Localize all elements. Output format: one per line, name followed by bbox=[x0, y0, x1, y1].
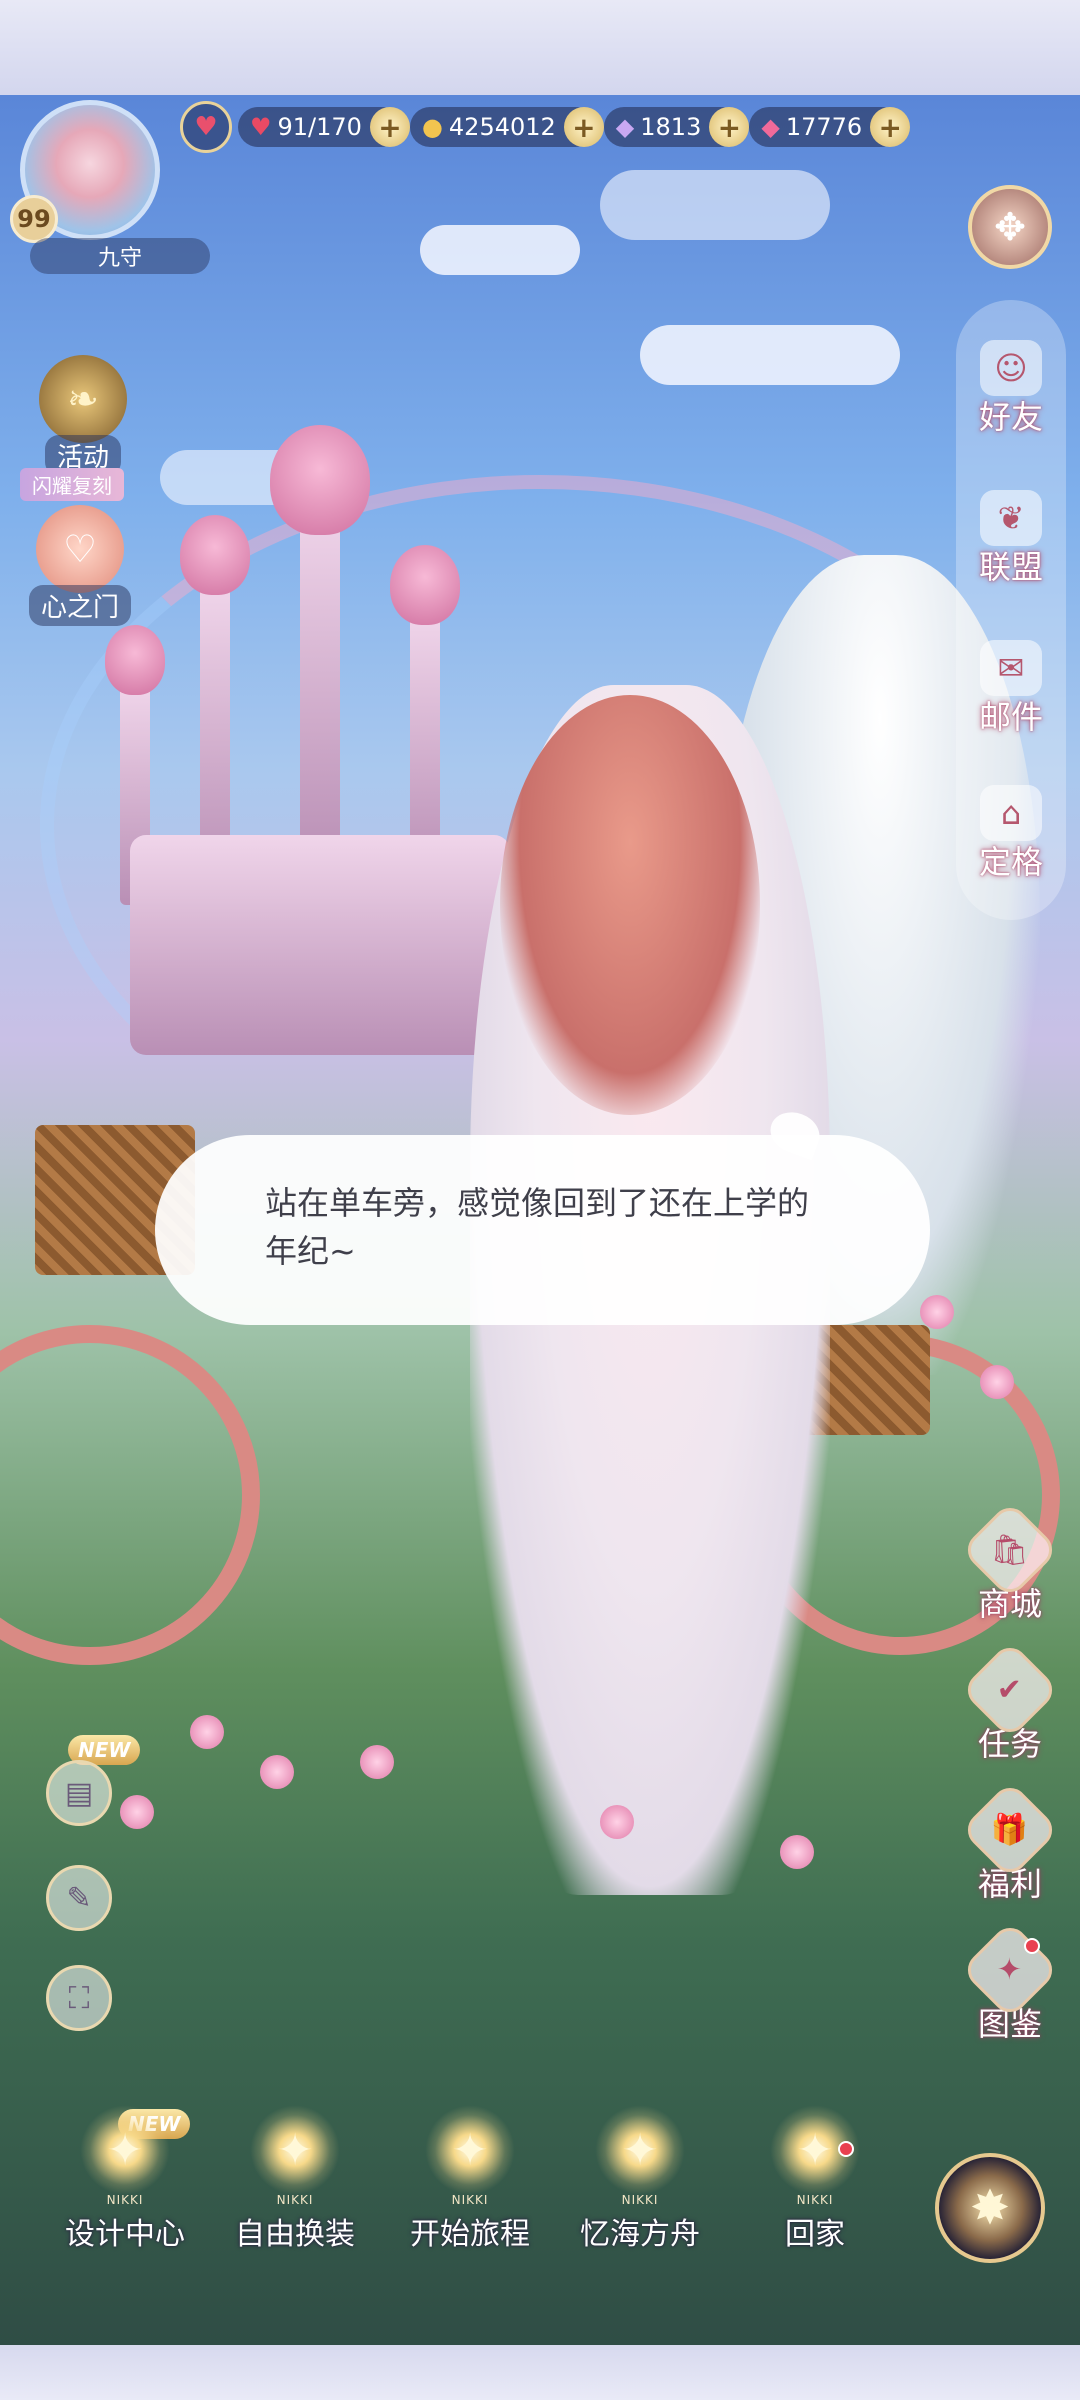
fullscreen-button[interactable]: ⛶ bbox=[46, 1965, 112, 2031]
heart-icon: ♥ bbox=[194, 112, 218, 142]
diamond-icon: ◆ bbox=[615, 113, 635, 141]
design-center-icon: ✦ bbox=[80, 2105, 170, 2195]
home-pose-icon: ⌂ bbox=[980, 785, 1042, 841]
pose-button[interactable]: ⌂ 定格 bbox=[956, 785, 1066, 883]
bottom-navigation: NEW ✦ NIKKI 设计中心 ✦ NIKKI 自由换装 ✦ NIKKI 开始… bbox=[0, 2105, 1080, 2305]
add-diamond-button[interactable]: + bbox=[709, 107, 750, 147]
go-home-notification-dot bbox=[838, 2141, 854, 2157]
memory-ark-label: 忆海方舟 bbox=[580, 2217, 700, 2252]
add-star-diamond-button[interactable]: + bbox=[870, 107, 911, 147]
start-journey-icon: ✦ bbox=[425, 2105, 515, 2195]
friends-icon: ☺ bbox=[980, 340, 1042, 396]
castle-illustration bbox=[105, 425, 540, 1055]
free-dress-label: 自由换装 bbox=[235, 2217, 355, 2252]
free-dress-icon: ✦ bbox=[250, 2105, 340, 2195]
free-dress-brand: NIKKI bbox=[276, 2193, 314, 2207]
pink-diamond-icon: ◆ bbox=[761, 113, 780, 141]
alliance-label: 联盟 bbox=[978, 548, 1043, 586]
bottom-frame bbox=[0, 2345, 1080, 2400]
alliance-button[interactable]: ❦ 联盟 bbox=[956, 490, 1066, 588]
star-diamond-value: 17776 bbox=[785, 113, 863, 141]
character-speech-bubble: 站在单车旁，感觉像回到了还在上学的年纪~ bbox=[155, 1135, 930, 1325]
player-name: 九守 bbox=[30, 238, 210, 274]
sparkle-star-icon: ✸ bbox=[969, 2180, 1011, 2236]
diamond-value: 1813 bbox=[640, 113, 702, 141]
gold-cat-icon: ● bbox=[421, 113, 443, 141]
heart-gate-button[interactable]: ♡ 心之门 bbox=[25, 505, 135, 626]
sparkle-menu-button[interactable]: ✸ bbox=[935, 2153, 1045, 2263]
gold-value: 4254012 bbox=[448, 113, 556, 141]
chat-bubble-icon: ✎ bbox=[66, 1880, 92, 1916]
pinwheel-menu-button[interactable]: ✥ bbox=[968, 185, 1052, 269]
speech-text: 站在单车旁，感觉像回到了还在上学的年纪~ bbox=[265, 1184, 810, 1270]
start-journey-button[interactable]: ✦ NIKKI 开始旅程 bbox=[390, 2105, 550, 2253]
diamond-counter: ◆ 1813 + bbox=[603, 107, 750, 147]
benefits-button[interactable]: 🎁 福利 bbox=[960, 1780, 1060, 1905]
stamina-value: 91/170 bbox=[277, 113, 362, 141]
album-button[interactable]: ✦ 图鉴 bbox=[960, 1920, 1060, 2045]
activity-button[interactable]: ❧ 活动 bbox=[28, 355, 138, 476]
memory-ark-button[interactable]: ✦ NIKKI 忆海方舟 bbox=[560, 2105, 720, 2253]
memory-ark-brand: NIKKI bbox=[621, 2193, 659, 2207]
mail-label: 邮件 bbox=[978, 698, 1043, 736]
heart-button[interactable]: ♥ bbox=[180, 101, 232, 153]
alliance-icon: ❦ bbox=[980, 490, 1042, 546]
add-gold-button[interactable]: + bbox=[563, 107, 604, 147]
go-home-button[interactable]: ✦ NIKKI 回家 bbox=[735, 2105, 895, 2253]
go-home-brand: NIKKI bbox=[796, 2193, 834, 2207]
star-diamond-counter: ◆ 17776 + bbox=[749, 107, 911, 147]
bicycle-front-wheel bbox=[0, 1325, 260, 1665]
free-dress-button[interactable]: ✦ NIKKI 自由换装 bbox=[215, 2105, 375, 2253]
resource-bar: ♥ ♥ 91/170 + ● 4254012 + ◆ 1813 + ◆ 1777… bbox=[180, 101, 1070, 153]
design-center-brand: NIKKI bbox=[106, 2193, 144, 2207]
friends-button[interactable]: ☺ 好友 bbox=[956, 340, 1066, 438]
tasks-button[interactable]: ✔ 任务 bbox=[960, 1640, 1060, 1765]
flash-replica-tag: 闪耀复刻 bbox=[20, 468, 124, 501]
stamina-heart-icon: ♥ bbox=[250, 113, 272, 141]
top-frame bbox=[0, 0, 1080, 95]
player-avatar[interactable]: 99 bbox=[10, 100, 170, 250]
player-level-badge: 99 bbox=[10, 195, 58, 243]
character-hair bbox=[500, 695, 760, 1115]
fullscreen-icon: ⛶ bbox=[68, 1980, 90, 2016]
go-home-label: 回家 bbox=[785, 2217, 845, 2252]
pose-label: 定格 bbox=[978, 843, 1043, 881]
design-center-button[interactable]: ✦ NIKKI 设计中心 bbox=[45, 2105, 205, 2253]
mail-button[interactable]: ✉ 邮件 bbox=[956, 640, 1066, 738]
mall-button[interactable]: 🛍 商城 bbox=[960, 1500, 1060, 1625]
heart-gate-icon: ♡ bbox=[36, 505, 124, 593]
design-center-label: 设计中心 bbox=[65, 2217, 185, 2252]
album-notification-dot bbox=[1024, 1938, 1040, 1954]
start-journey-brand: NIKKI bbox=[451, 2193, 489, 2207]
heart-gate-label: 心之门 bbox=[28, 585, 131, 626]
stamina-counter: ♥ 91/170 + bbox=[238, 107, 410, 147]
chat-button[interactable]: ✎ bbox=[46, 1865, 112, 1931]
mail-icon: ✉ bbox=[980, 640, 1042, 696]
notice-button[interactable]: ▤ bbox=[46, 1760, 112, 1826]
activity-icon: ❧ bbox=[39, 355, 127, 443]
notice-board-icon: ▤ bbox=[64, 1775, 94, 1811]
add-stamina-button[interactable]: + bbox=[369, 107, 410, 147]
pinwheel-icon: ✥ bbox=[994, 205, 1026, 249]
friends-label: 好友 bbox=[978, 398, 1043, 436]
memory-ark-icon: ✦ bbox=[595, 2105, 685, 2195]
start-journey-label: 开始旅程 bbox=[410, 2217, 530, 2252]
gold-counter: ● 4254012 + bbox=[409, 107, 604, 147]
